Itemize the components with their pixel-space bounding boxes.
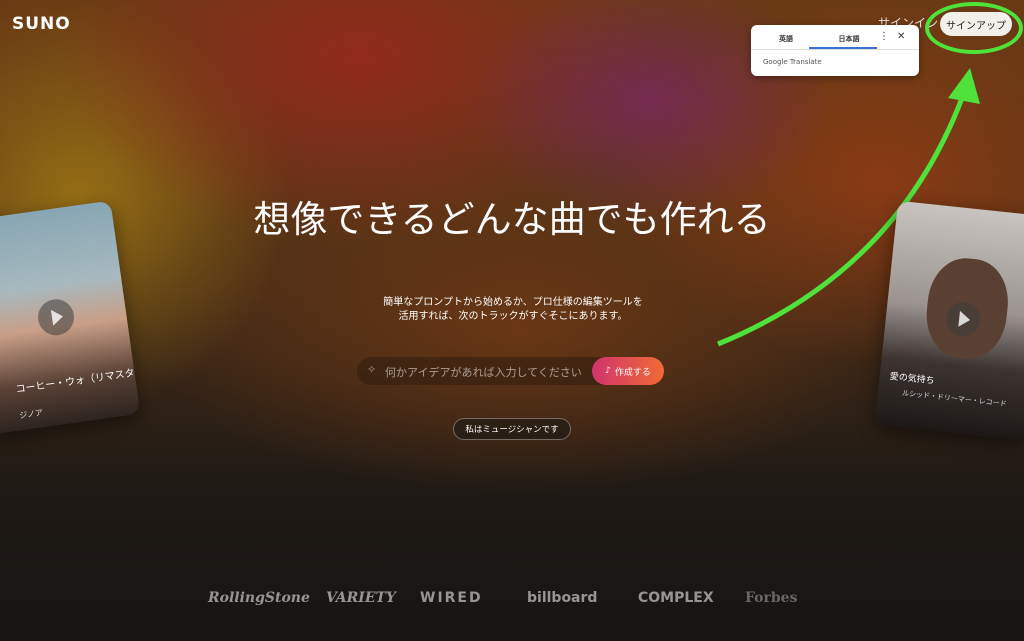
song-artist: ジノア xyxy=(18,408,44,421)
play-icon[interactable] xyxy=(35,296,77,338)
prompt-placeholder: 何かアイデアがあれば入力してください xyxy=(385,366,582,379)
create-button[interactable]: ♪ 作成する xyxy=(592,357,664,385)
billboard-logo: billboard xyxy=(527,590,598,606)
create-label: 作成する xyxy=(614,367,651,378)
variety-logo: VARIETY xyxy=(326,590,396,606)
hero-subtitle: 簡単なプロンプトから始めるか、プロ仕様の編集ツールを活用すれば、次のトラックがす… xyxy=(383,297,643,322)
forbes-logo: Forbes xyxy=(745,590,798,606)
hero-title: 想像できるどんな曲でも作れる xyxy=(253,198,771,241)
wired-logo: WIRED xyxy=(420,590,483,606)
song-title: 愛の気持ち xyxy=(889,371,936,387)
song-title: コーヒー・ウォ（リマスター版） xyxy=(14,363,141,396)
music-note-icon: ♪ xyxy=(605,366,611,376)
complex-logo: COMPLEX xyxy=(638,590,714,606)
sparkle-icon: ✧ xyxy=(367,363,377,376)
rollingstone-logo: RollingStone xyxy=(208,590,310,606)
song-card-right[interactable]: 愛の気持ち ルシッド・ドリーマー・レコード xyxy=(874,200,1024,441)
musician-button[interactable]: 私はミュージシャンです xyxy=(453,418,571,440)
song-artist: ルシッド・ドリーマー・レコード xyxy=(901,389,1007,409)
